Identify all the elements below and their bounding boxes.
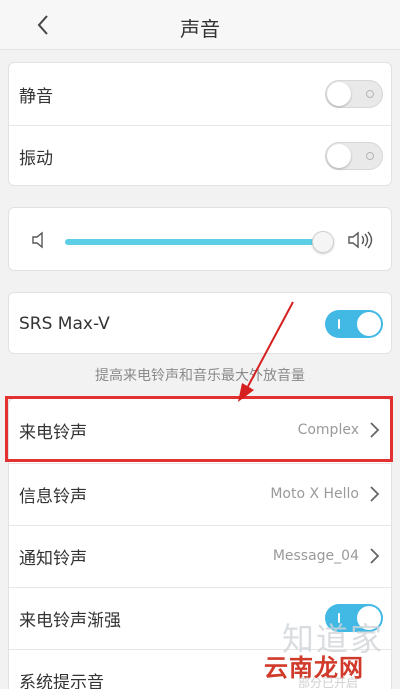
annotation-highlight-box (5, 396, 393, 462)
system-sound-label: 系统提示音 (19, 672, 104, 689)
toggle-off-icon (366, 152, 374, 160)
mute-label: 静音 (19, 86, 53, 107)
watermark-sub-text: 部分已开启 (297, 676, 358, 689)
watermark: 知道家 云南龙网 部分已开启 (252, 614, 392, 689)
toggle-knob (357, 312, 381, 336)
volume-slider-fill (65, 239, 323, 245)
toggle-knob (327, 82, 351, 106)
vibrate-toggle[interactable] (325, 142, 383, 170)
volume-high-icon (348, 231, 373, 249)
page-title: 声音 (180, 17, 220, 41)
message-tone-value: Moto X Hello (270, 486, 359, 502)
srs-hint: 提高来电铃声和音乐最大外放音量 (95, 368, 305, 384)
mute-toggle[interactable] (325, 80, 383, 108)
title-bar: 声音 (0, 0, 400, 50)
volume-slider[interactable] (65, 239, 331, 245)
toggle-knob (327, 144, 351, 168)
srs-row: SRS Max-V (9, 293, 391, 355)
toggle-off-icon (366, 90, 374, 98)
ringtone-fade-in-label: 来电铃声渐强 (19, 610, 121, 631)
notification-tone-row[interactable]: 通知铃声 Message_04 (9, 525, 391, 587)
srs-toggle[interactable] (325, 310, 383, 338)
mute-row: 静音 (9, 63, 391, 125)
toggle-on-icon (338, 319, 340, 329)
volume-card (8, 207, 392, 271)
volume-slider-thumb[interactable] (312, 231, 334, 253)
notification-tone-label: 通知铃声 (19, 548, 87, 569)
message-tone-row[interactable]: 信息铃声 Moto X Hello (9, 463, 391, 525)
srs-label: SRS Max-V (19, 314, 110, 334)
chevron-right-icon (370, 486, 380, 502)
chevron-right-icon (370, 548, 380, 564)
srs-card: SRS Max-V (8, 292, 392, 354)
mute-vibrate-card: 静音 振动 (8, 62, 392, 186)
message-tone-label: 信息铃声 (19, 486, 87, 507)
vibrate-row: 振动 (9, 125, 391, 187)
notification-tone-value: Message_04 (272, 548, 359, 564)
volume-low-icon (32, 231, 43, 249)
vibrate-label: 振动 (19, 148, 53, 169)
